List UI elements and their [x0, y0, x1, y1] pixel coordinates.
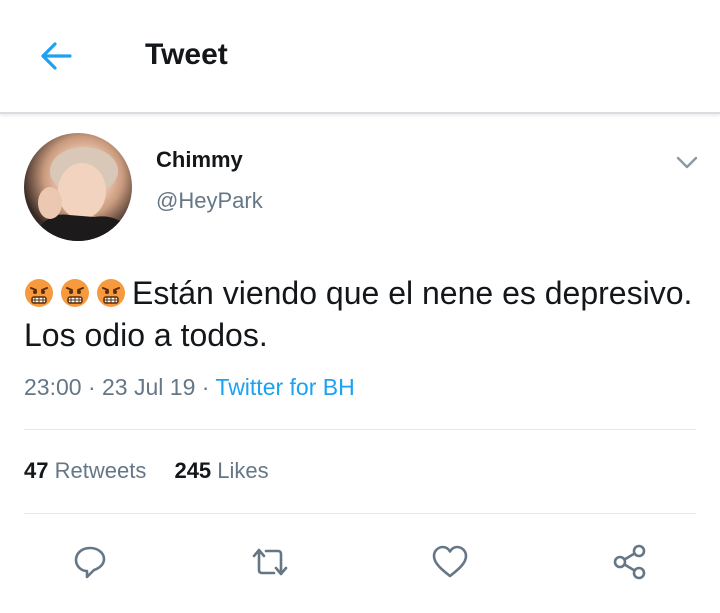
reply-icon — [74, 546, 106, 579]
retweets-label: Retweets — [54, 458, 147, 483]
tweet-client-link[interactable]: Twitter for BH — [215, 374, 354, 400]
app-header: Tweet — [0, 0, 720, 114]
arrow-left-icon — [41, 42, 72, 70]
avatar-image — [32, 147, 132, 241]
meta-separator: · — [87, 374, 96, 400]
page-title: Tweet — [145, 38, 228, 71]
tweet-options-button[interactable] — [672, 150, 702, 176]
like-icon — [432, 545, 468, 578]
tweet-date: 23 Jul 19 — [102, 374, 196, 400]
user-handle[interactable]: @HeyPark — [156, 188, 263, 214]
divider — [24, 513, 696, 514]
share-icon — [613, 544, 646, 580]
chevron-down-icon — [676, 156, 698, 169]
tweet-stats: 47 Retweets 245 Likes — [24, 458, 291, 484]
likes-count: 245 — [174, 458, 212, 483]
reply-button[interactable] — [68, 540, 112, 584]
retweets-stat[interactable]: 47 Retweets — [24, 458, 146, 483]
meta-separator: · — [201, 374, 210, 400]
tweet-text: Están viendo que el nene es depresivo. L… — [24, 272, 694, 356]
angry-face-icon — [96, 276, 126, 307]
likes-label: Likes — [217, 458, 269, 483]
angry-face-icon — [24, 276, 54, 307]
like-button[interactable] — [428, 540, 472, 584]
angry-face-icon — [60, 276, 90, 307]
display-name[interactable]: Chimmy — [156, 147, 243, 173]
tweet-time: 23:00 — [24, 374, 82, 400]
retweets-count: 47 — [24, 458, 49, 483]
tweet-meta: 23:00 · 23 Jul 19 · Twitter for BH — [24, 374, 355, 401]
avatar[interactable] — [24, 133, 132, 241]
divider — [24, 429, 696, 430]
back-button[interactable] — [34, 36, 78, 76]
likes-stat[interactable]: 245 Likes — [174, 458, 268, 483]
share-button[interactable] — [608, 540, 652, 584]
retweet-icon — [252, 548, 288, 576]
retweet-button[interactable] — [248, 540, 292, 584]
